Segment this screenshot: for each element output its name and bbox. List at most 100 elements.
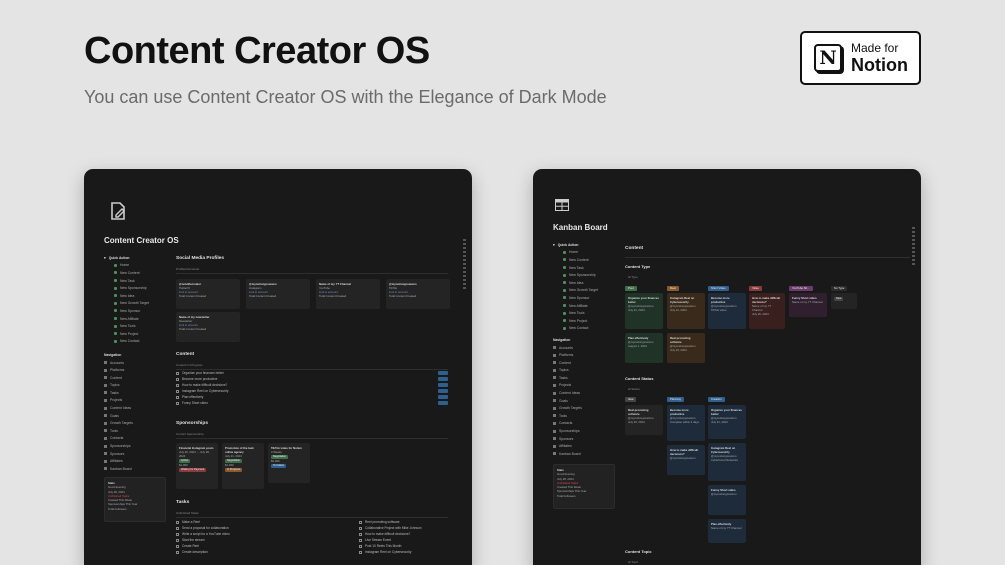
kanban-card[interactable]: How to make difficult decisions? @mynotio…: [667, 445, 705, 475]
scrollbar[interactable]: [463, 239, 466, 289]
kanban-column-header[interactable]: Creation: [708, 397, 725, 402]
nav-item[interactable]: Sponsorships: [104, 442, 164, 450]
kanban-card[interactable]: Become more productive @mynotiongrowsmo Co…: [667, 405, 705, 441]
kanban-column-header[interactable]: No Type: [831, 286, 848, 291]
nav-item[interactable]: Goals: [553, 397, 613, 405]
nav-item[interactable]: Tasks: [553, 374, 613, 382]
nav-item[interactable]: Growth Targets: [104, 419, 164, 427]
sidebar-item[interactable]: New Affiliate: [104, 315, 164, 323]
nav-item[interactable]: Platforms: [104, 366, 164, 374]
quick-action[interactable]: ▾ Quick Action: [104, 254, 164, 262]
kanban-card[interactable]: Plan effectively Name of my YT Channel: [708, 519, 746, 543]
sidebar-item[interactable]: New Task: [104, 277, 164, 285]
nav-item[interactable]: Content Ideas: [104, 404, 164, 412]
tasks-subheading[interactable]: Unfinished Tasks: [176, 511, 199, 515]
nav-item[interactable]: Content: [104, 374, 164, 382]
nav-item[interactable]: Projects: [104, 397, 164, 405]
nav-item[interactable]: Goals: [104, 412, 164, 420]
kanban-column-header[interactable]: Post: [625, 286, 637, 291]
sidebar-item[interactable]: New Content: [104, 269, 164, 277]
kanban-card[interactable]: Plan effectively @mynotiongrowsmo August 1…: [625, 333, 663, 363]
kanban-column-header[interactable]: Video: [749, 286, 763, 291]
sponsorship-card[interactable]: Promotion of the task online agency July …: [222, 443, 264, 489]
quick-action[interactable]: ▾ Quick Action: [553, 241, 613, 249]
nav-item[interactable]: Affiliates: [553, 442, 613, 450]
nav-item[interactable]: Tools: [553, 412, 613, 420]
kanban-card[interactable]: Reel promoting software @mynotiongrowsmo J…: [667, 333, 705, 363]
sidebar-item[interactable]: New Contact: [553, 325, 613, 333]
nav-item[interactable]: Sponsors: [553, 435, 613, 443]
badge-line-2: Notion: [851, 55, 908, 75]
kanban-column-header[interactable]: YouTube Sh...: [789, 286, 813, 291]
kanban-card[interactable]: Instagram Reel on Cybersecurity @mynotion…: [708, 443, 746, 481]
profile-card[interactable]: Name of my YT Channel YouTube Link to acco…: [316, 279, 380, 309]
social-subheading[interactable]: Profiles/Accounts: [176, 267, 199, 271]
nav-item[interactable]: Contacts: [104, 435, 164, 443]
nav-item[interactable]: Content: [553, 359, 613, 367]
sidebar-item[interactable]: New Growth Target: [553, 287, 613, 295]
content-subheading[interactable]: Content in Progress: [176, 363, 203, 367]
nav-item[interactable]: Contacts: [553, 420, 613, 428]
sidebar-item[interactable]: New Tools: [553, 309, 613, 317]
sidebar-item[interactable]: New Sponsorship: [104, 284, 164, 292]
kanban-column-header[interactable]: Short Video: [708, 286, 729, 291]
table-icon: [555, 199, 569, 211]
kanban-card[interactable]: Organize your finances better @mynotiongr…: [625, 293, 663, 329]
kanban-card[interactable]: Instagram Reel on Cybersecurity @mynotion…: [667, 293, 705, 329]
kanban-card[interactable]: Funny Short video @mynotiongrowsmo: [708, 485, 746, 515]
sidebar-item[interactable]: New Sponsorship: [553, 271, 613, 279]
sidebar-item[interactable]: New Sponsor: [104, 307, 164, 315]
sidebar-item[interactable]: New Growth Target: [104, 300, 164, 308]
sidebar-item[interactable]: New Affiliate: [553, 302, 613, 310]
status-tag: [438, 371, 448, 375]
nav-item[interactable]: Sponsors: [104, 450, 164, 458]
sidebar-item[interactable]: New Task: [553, 264, 613, 272]
nav-item[interactable]: Topics: [553, 367, 613, 375]
sidebar-item[interactable]: New Sponsor: [553, 294, 613, 302]
nav-item[interactable]: Sponsorships: [553, 427, 613, 435]
sidebar-item[interactable]: New Project: [104, 330, 164, 338]
profile-card[interactable]: @mynotiongrowsmo TikTok Link to account Tot…: [386, 279, 450, 309]
profile-card[interactable]: @notelifecreator Twitter/X Link to account…: [176, 279, 240, 309]
sponsorships-subheading[interactable]: Current Sponsorship: [176, 432, 204, 436]
nav-item[interactable]: Kanban Board: [553, 450, 613, 458]
nav-item[interactable]: Platforms: [553, 351, 613, 359]
kanban-column-header[interactable]: Planning: [667, 397, 684, 402]
kanban-card[interactable]: Reel promoting software @mynotiongrowsmo J…: [625, 405, 663, 435]
profile-card[interactable]: Name of my newsletter Newsletter Link to a…: [176, 312, 240, 342]
sidebar-item[interactable]: New Idea: [104, 292, 164, 300]
scrollbar[interactable]: [912, 227, 915, 265]
sidebar-item[interactable]: New Project: [553, 317, 613, 325]
task-row[interactable]: Instagram Reel on Cybersecurity: [359, 549, 449, 555]
kanban-card-empty[interactable]: New: [831, 293, 857, 309]
kanban-card[interactable]: Funny Short video Name of my YT Channel: [789, 293, 827, 317]
sidebar-item[interactable]: Home: [104, 262, 164, 270]
kanban-column-header[interactable]: Idea: [625, 397, 637, 402]
nav-item[interactable]: Topics: [104, 382, 164, 390]
nav-item[interactable]: Kanban Board: [104, 465, 164, 473]
sidebar-item[interactable]: Home: [553, 249, 613, 257]
kanban-card[interactable]: Become more productive @mynotiongrowsmo Ti…: [708, 293, 746, 329]
nav-item[interactable]: Growth Targets: [553, 404, 613, 412]
sponsorship-card[interactable]: Financial Instagram posts July 26, 2024 →…: [176, 443, 218, 489]
status-tag: [438, 389, 448, 393]
nav-item[interactable]: Tools: [104, 427, 164, 435]
profile-card[interactable]: @mynotiongrowsmo Instagram Link to account…: [246, 279, 310, 309]
tasks-heading: Tasks: [176, 500, 190, 505]
kanban-card[interactable]: Organize your finances better @mynotiongr…: [708, 405, 746, 439]
nav-item[interactable]: Accounts: [104, 359, 164, 367]
sponsorship-card[interactable]: TikTok video for Notion 3 Weeks Negotiatio…: [268, 443, 310, 483]
kanban-column-header[interactable]: Reel: [667, 286, 679, 291]
sidebar-item[interactable]: New Tools: [104, 322, 164, 330]
task-row[interactable]: Create description: [176, 549, 296, 555]
kanban-card[interactable]: How to make difficult decisions? Name of …: [749, 293, 785, 329]
sidebar-item[interactable]: New Content: [553, 256, 613, 264]
sidebar-item[interactable]: New Idea: [553, 279, 613, 287]
sidebar-item[interactable]: New Contact: [104, 338, 164, 346]
nav-item[interactable]: Tasks: [104, 389, 164, 397]
nav-item[interactable]: Accounts: [553, 344, 613, 352]
nav-item[interactable]: Content Ideas: [553, 389, 613, 397]
content-row[interactable]: Funny Short video: [176, 400, 448, 406]
nav-item[interactable]: Projects: [553, 382, 613, 390]
nav-item[interactable]: Affiliates: [104, 457, 164, 465]
